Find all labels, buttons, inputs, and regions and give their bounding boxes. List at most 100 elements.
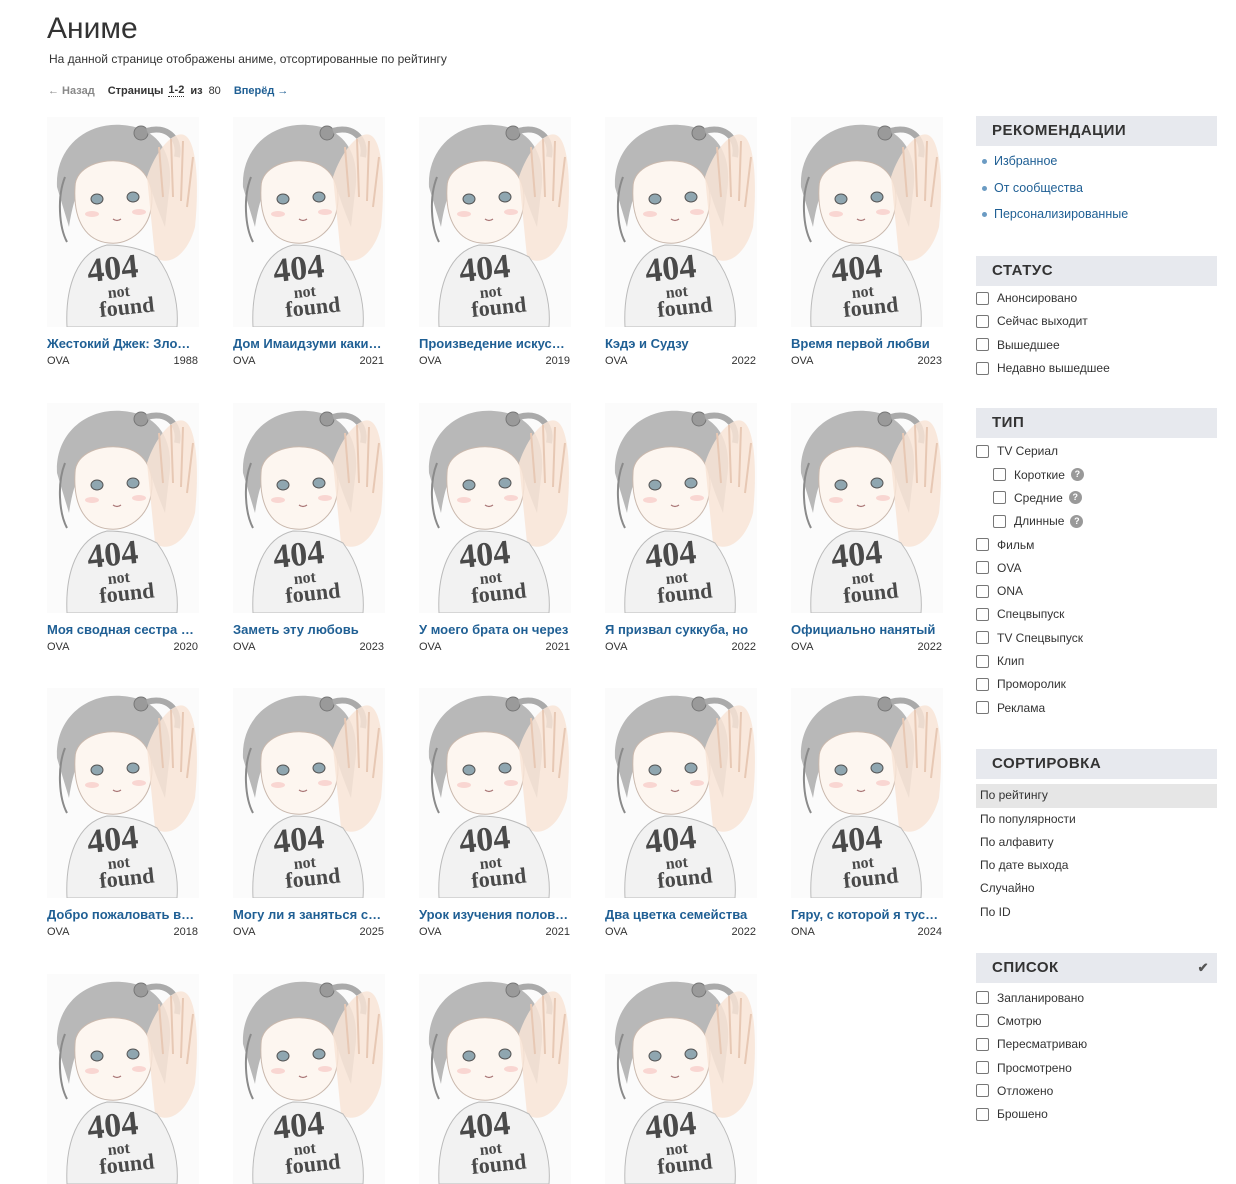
card-title[interactable]: Урок изучения половой [419, 906, 569, 923]
anime-card[interactable]: 404 not found Добро пожаловать в мир OVA… [47, 688, 199, 938]
poster-image[interactable]: 404 not found [419, 688, 571, 898]
anime-card[interactable]: 404 not found Гяру, с которой я тусуюсь … [791, 688, 943, 938]
type-tv-short[interactable]: Короткие? [976, 463, 1217, 486]
anime-card[interactable]: 404 not found Произведение искусства OVA… [419, 117, 571, 367]
poster-image[interactable]: 404 not found [233, 688, 385, 898]
anime-card[interactable]: 404 not found Заметь эту любовь OVA 2023 [233, 403, 385, 653]
anime-card[interactable]: 404 not found Кэдэ и Судзу OVA 2022 [605, 117, 757, 367]
type-ona[interactable]: ONA [976, 579, 1217, 602]
sort-by-date[interactable]: По дате выхода [976, 854, 1217, 877]
sort-by-id[interactable]: По ID [976, 901, 1217, 924]
checkbox[interactable] [976, 631, 989, 645]
checkbox[interactable] [976, 991, 989, 1005]
card-title[interactable]: Произведение искусства [419, 335, 569, 352]
type-pv[interactable]: Проморолик [976, 673, 1217, 696]
poster-image[interactable]: 404 not found [47, 117, 199, 327]
anime-card[interactable]: 404 not found [47, 974, 199, 1184]
status-announced[interactable]: Анонсировано [976, 287, 1217, 310]
type-tv-medium[interactable]: Средние? [976, 486, 1217, 509]
sort-random[interactable]: Случайно [976, 877, 1217, 900]
checkbox[interactable] [976, 538, 989, 552]
poster-image[interactable]: 404 not found [791, 403, 943, 613]
poster-image[interactable]: 404 not found [605, 688, 757, 898]
checkbox[interactable] [976, 1014, 989, 1028]
anime-card[interactable]: 404 not found Моя сводная сестра и я OVA… [47, 403, 199, 653]
list-dropped[interactable]: Брошено [976, 1103, 1217, 1126]
anime-card[interactable]: 404 not found [419, 974, 571, 1184]
card-title[interactable]: Я призвал суккуба, но [605, 621, 755, 638]
type-cm[interactable]: Реклама [976, 696, 1217, 719]
poster-image[interactable]: 404 not found [233, 974, 385, 1184]
card-title[interactable]: Гяру, с которой я тусуюсь [791, 906, 941, 923]
poster-image[interactable]: 404 not found [47, 974, 199, 1184]
poster-image[interactable]: 404 not found [47, 403, 199, 613]
checkbox[interactable] [976, 1037, 989, 1051]
checkbox[interactable] [976, 444, 989, 458]
help-icon[interactable]: ? [1068, 491, 1082, 505]
status-latest[interactable]: Недавно вышедшее [976, 356, 1217, 379]
poster-image[interactable]: 404 not found [605, 117, 757, 327]
card-title[interactable]: Два цветка семейства [605, 906, 755, 923]
list-planned[interactable]: Запланировано [976, 986, 1217, 1009]
checkbox[interactable] [976, 561, 989, 575]
list-rewatching[interactable]: Пересматриваю [976, 1033, 1217, 1056]
checkbox[interactable] [976, 1084, 989, 1098]
help-icon[interactable]: ? [1070, 514, 1084, 528]
type-movie[interactable]: Фильм [976, 533, 1217, 556]
card-title[interactable]: Добро пожаловать в мир [47, 906, 197, 923]
card-title[interactable]: Заметь эту любовь [233, 621, 383, 638]
type-special[interactable]: Спецвыпуск [976, 603, 1217, 626]
poster-image[interactable]: 404 not found [791, 117, 943, 327]
checkbox[interactable] [976, 291, 989, 305]
card-title[interactable]: Моя сводная сестра и я [47, 621, 197, 638]
sort-by-popularity[interactable]: По популярности [976, 808, 1217, 831]
checkbox[interactable] [976, 677, 989, 691]
rec-item-personalized[interactable]: Персонализированные [976, 201, 1217, 228]
type-ova[interactable]: OVA [976, 556, 1217, 579]
poster-image[interactable]: 404 not found [605, 403, 757, 613]
list-on-hold[interactable]: Отложено [976, 1079, 1217, 1102]
poster-image[interactable]: 404 not found [605, 974, 757, 1184]
card-title[interactable]: Дом Имаидзуми каким-то образом [233, 335, 383, 352]
list-completed[interactable]: Просмотрено [976, 1056, 1217, 1079]
anime-card[interactable]: 404 not found Официально нанятый OVA 2022 [791, 403, 943, 653]
checkbox[interactable] [976, 654, 989, 668]
anime-card[interactable]: 404 not found Два цветка семейства OVA 20… [605, 688, 757, 938]
card-title[interactable]: Официально нанятый [791, 621, 941, 638]
anime-card[interactable]: 404 not found У моего брата он через OVA… [419, 403, 571, 653]
checkbox[interactable] [976, 1107, 989, 1121]
checkbox[interactable] [993, 514, 1006, 528]
poster-image[interactable]: 404 not found [419, 403, 571, 613]
status-released[interactable]: Вышедшее [976, 333, 1217, 356]
checkbox[interactable] [976, 584, 989, 598]
poster-image[interactable]: 404 not found [233, 403, 385, 613]
list-watching[interactable]: Смотрю [976, 1009, 1217, 1032]
checkbox[interactable] [976, 338, 989, 352]
pager-next-link[interactable]: Вперёд → [234, 85, 289, 97]
anime-card[interactable]: 404 not found Дом Имаидзуми каким-то обр… [233, 117, 385, 367]
card-title[interactable]: Могу ли я заняться с тобой [233, 906, 383, 923]
poster-image[interactable]: 404 not found [233, 117, 385, 327]
anime-card[interactable]: 404 not found Я призвал суккуба, но OVA 2… [605, 403, 757, 653]
poster-image[interactable]: 404 not found [419, 117, 571, 327]
checkbox[interactable] [976, 607, 989, 621]
anime-card[interactable]: 404 not found Жестокий Джек: Злодей-один… [47, 117, 199, 367]
poster-image[interactable]: 404 not found [791, 688, 943, 898]
checkbox[interactable] [976, 701, 989, 715]
rec-item-favorites[interactable]: Избранное [976, 148, 1217, 175]
poster-image[interactable]: 404 not found [419, 974, 571, 1184]
card-title[interactable]: У моего брата он через [419, 621, 569, 638]
pager-current-select[interactable]: 1-2 [168, 84, 185, 97]
card-title[interactable]: Кэдэ и Судзу [605, 335, 755, 352]
sort-by-rating[interactable]: По рейтингу [976, 784, 1217, 808]
checkbox[interactable] [993, 491, 1006, 505]
anime-card[interactable]: 404 not found [605, 974, 757, 1184]
rec-item-community[interactable]: От сообщества [976, 175, 1217, 202]
status-ongoing[interactable]: Сейчас выходит [976, 310, 1217, 333]
card-title[interactable]: Жестокий Джек: Злодей-одиночка [47, 335, 197, 352]
check-icon[interactable]: ✔ [1198, 953, 1209, 983]
help-icon[interactable]: ? [1070, 468, 1084, 482]
type-tv-long[interactable]: Длинные? [976, 510, 1217, 533]
sort-by-name[interactable]: По алфавиту [976, 831, 1217, 854]
type-music[interactable]: Клип [976, 649, 1217, 672]
